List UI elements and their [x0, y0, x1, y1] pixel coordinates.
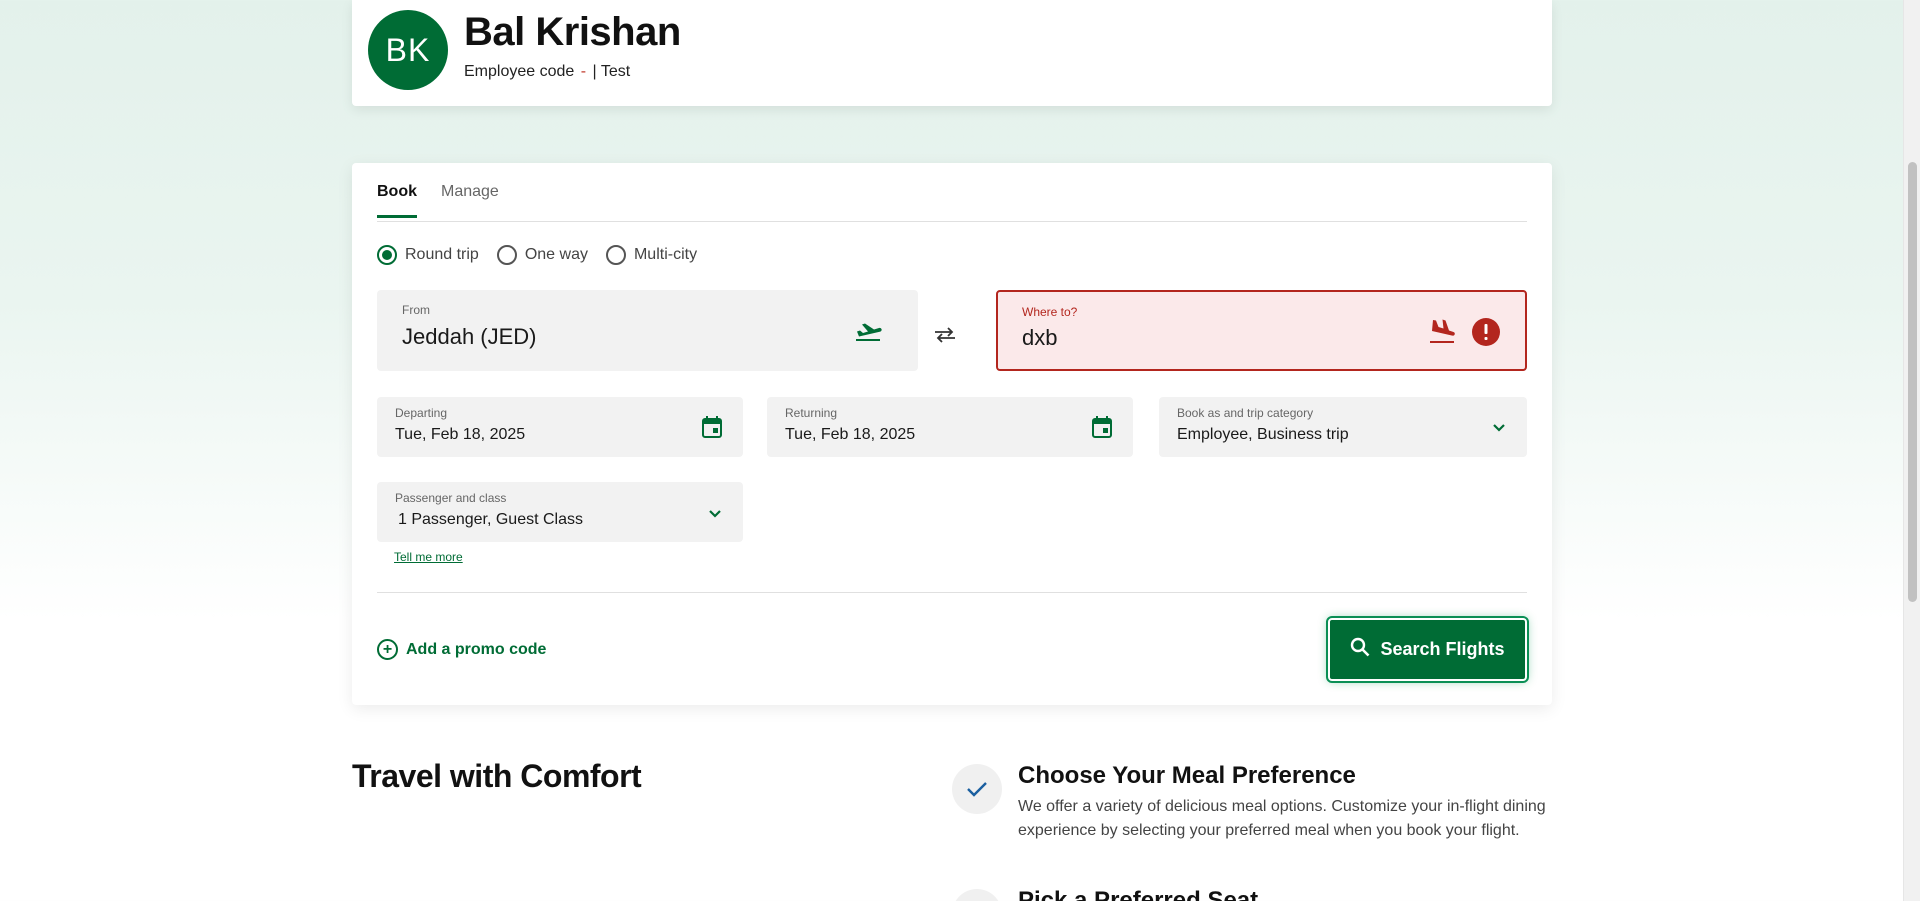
passenger-class-select[interactable]: Passenger and class 1 Passenger, Guest C…: [377, 482, 743, 542]
radio-round-trip[interactable]: Round trip: [377, 245, 479, 265]
to-label: Where to?: [1022, 305, 1078, 319]
radio-circle: [496, 245, 517, 265]
returning-label: Returning: [785, 406, 838, 420]
search-icon: [1350, 637, 1380, 662]
divider: [377, 592, 1527, 593]
employee-code-suffix: | Test: [592, 63, 631, 80]
radio-circle: [377, 245, 397, 265]
category-label: Book as and trip category: [1177, 406, 1314, 420]
employee-code-label: Employee code: [464, 63, 575, 80]
calendar-icon: [702, 416, 722, 443]
section-title: Travel with Comfort: [352, 758, 642, 794]
promo-label: Add a promo code: [406, 640, 547, 658]
plane-takeoff-icon: [854, 318, 882, 347]
passenger-label: Passenger and class: [395, 491, 507, 505]
scrollbar[interactable]: [1903, 0, 1920, 901]
to-value: dxb: [1022, 325, 1058, 350]
feature-title: Choose Your Meal Preference: [1018, 762, 1356, 789]
from-field[interactable]: From Jeddah (JED): [377, 290, 918, 371]
radio-multi-city[interactable]: Multi-city: [605, 245, 698, 265]
tab-manage[interactable]: Manage: [441, 183, 499, 217]
chevron-down-icon: [708, 506, 722, 524]
tab-book[interactable]: Book: [377, 183, 417, 218]
radio-one-way[interactable]: One way: [496, 245, 588, 265]
departing-value: Tue, Feb 18, 2025: [395, 426, 526, 443]
swap-icon: [934, 326, 956, 348]
profile-name: Bal Krishan: [464, 10, 681, 54]
passenger-value: 1 Passenger, Guest Class: [398, 511, 583, 528]
swap-button[interactable]: [930, 322, 960, 352]
returning-field[interactable]: Returning Tue, Feb 18, 2025: [767, 397, 1133, 457]
departing-label: Departing: [395, 406, 448, 420]
radio-label: Round trip: [405, 246, 479, 263]
profile-card: BK Bal Krishan Employee code - | Test: [352, 0, 1552, 106]
tell-me-more-link[interactable]: Tell me more: [394, 550, 463, 564]
employee-code-separator: -: [580, 63, 587, 80]
chevron-down-icon: [1492, 420, 1506, 438]
returning-value: Tue, Feb 18, 2025: [785, 426, 916, 443]
departing-field[interactable]: Departing Tue, Feb 18, 2025: [377, 397, 743, 457]
scrollbar-thumb[interactable]: [1908, 162, 1917, 602]
check-icon: [952, 889, 1002, 901]
from-label: From: [402, 303, 430, 317]
trip-type-group: Round trip One way Multi-city: [377, 245, 715, 265]
check-icon: [952, 764, 1002, 814]
trip-category-select[interactable]: Book as and trip category Employee, Busi…: [1159, 397, 1527, 457]
plus-circle-icon: +: [377, 639, 398, 660]
search-flights-button[interactable]: Search Flights: [1326, 616, 1529, 683]
feature-title: Pick a Preferred Seat: [1018, 887, 1259, 901]
error-icon: [1472, 318, 1500, 351]
category-value: Employee, Business trip: [1177, 426, 1349, 443]
radio-label: Multi-city: [633, 246, 698, 263]
radio-label: One way: [524, 246, 588, 263]
search-flights-label: Search Flights: [1380, 639, 1505, 659]
calendar-icon: [1092, 416, 1112, 443]
radio-circle: [605, 245, 626, 265]
booking-tabs: Book Manage: [377, 163, 1527, 222]
feature-description: We offer a variety of delicious meal opt…: [1018, 798, 1546, 839]
plane-landing-icon: [1428, 318, 1456, 349]
booking-widget: Book Manage Round trip One way Multi-cit…: [352, 163, 1552, 705]
avatar: BK: [368, 10, 448, 90]
employee-code: Employee code - | Test: [464, 63, 630, 81]
to-field[interactable]: Where to? dxb: [996, 290, 1527, 371]
from-value: Jeddah (JED): [402, 324, 537, 349]
add-promo-code-button[interactable]: + Add a promo code: [377, 639, 546, 660]
